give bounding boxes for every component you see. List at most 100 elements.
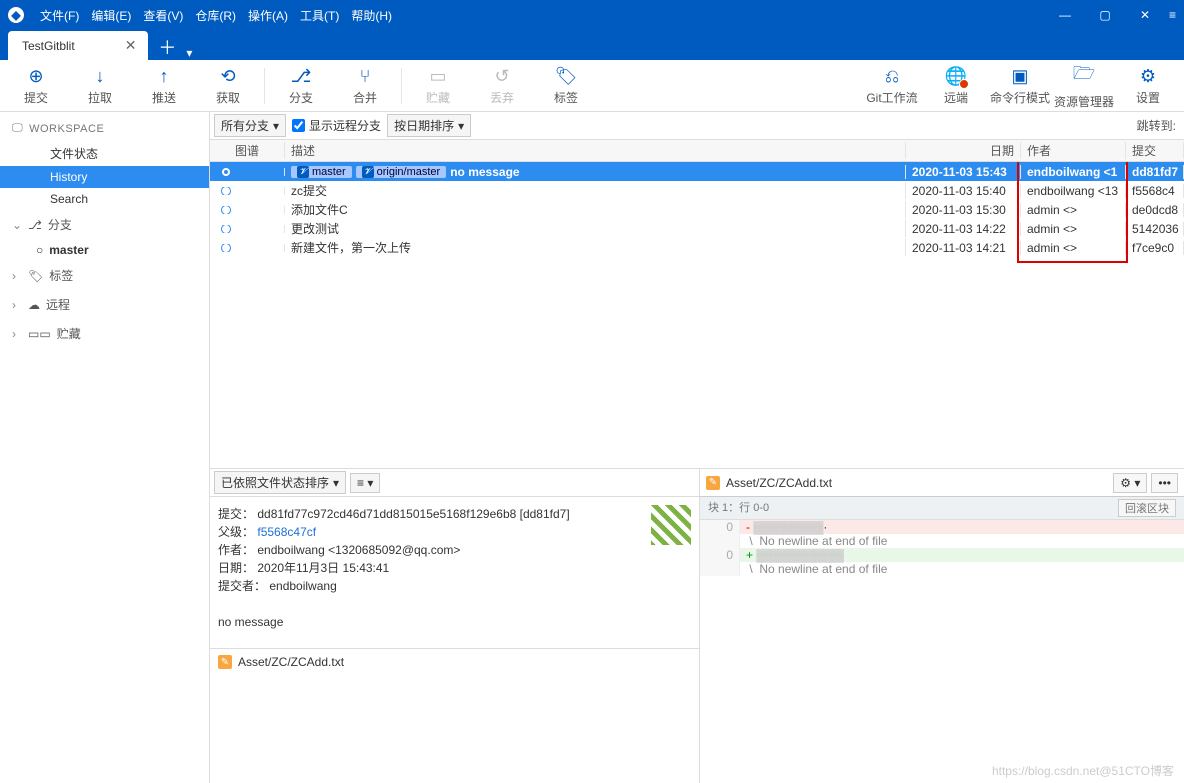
tab-close-icon[interactable]: ✕ bbox=[125, 37, 137, 54]
revert-hunk-button[interactable]: 回滚区块 bbox=[1118, 499, 1176, 517]
toolbar-设置-button[interactable]: ⚙设置 bbox=[1116, 62, 1180, 110]
sidebar-item-history[interactable]: History bbox=[0, 166, 209, 188]
toolbar-推送-button[interactable]: ↑推送 bbox=[132, 62, 196, 110]
toolbar-资源管理器-button[interactable]: 🗁资源管理器 bbox=[1052, 62, 1116, 110]
toolbar-贮藏-button[interactable]: ▭贮藏 bbox=[406, 62, 470, 110]
parent-link[interactable]: f5568c47cf bbox=[257, 525, 316, 539]
commit-row[interactable]: 添加文件C2020-11-03 15:30admin <>de0dcd8 bbox=[210, 200, 1184, 219]
commit-description: zc提交 bbox=[285, 182, 906, 199]
commit-date: 2020-11-03 14:22 bbox=[906, 222, 1021, 236]
diff-more-button[interactable]: ••• bbox=[1151, 473, 1178, 493]
workspace-header[interactable]: 🖵 WORKSPACE bbox=[0, 116, 209, 141]
toolbar-拉取-button[interactable]: ↓拉取 bbox=[68, 62, 132, 110]
diff-file-header: ✎ Asset/ZC/ZCAdd.txt ⚙ ▾ ••• bbox=[700, 469, 1184, 497]
toolbar-命令行模式-button[interactable]: ▣命令行模式 bbox=[988, 62, 1052, 110]
section-icon: ⎇ bbox=[28, 218, 42, 232]
section-icon: ▭▭ bbox=[28, 327, 51, 341]
col-date[interactable]: 日期 bbox=[906, 142, 1021, 159]
commit-table-header: 图谱 描述 日期 作者 提交 bbox=[210, 140, 1184, 162]
sidebar-item-search[interactable]: Search bbox=[0, 188, 209, 210]
commit-description: 𝓥master 𝓥origin/master no message bbox=[285, 165, 906, 179]
commit-row[interactable]: zc提交2020-11-03 15:40endboilwang <13f5568… bbox=[210, 181, 1184, 200]
repo-tab[interactable]: TestGitblit ✕ bbox=[8, 31, 148, 60]
toolbar-标签-button[interactable]: 🏷标签 bbox=[534, 62, 598, 110]
commit-description: 添加文件C bbox=[285, 201, 906, 218]
toolbar-分支-button[interactable]: ⎇分支 bbox=[269, 62, 333, 110]
sidebar-section-标签[interactable]: ›🏷标签 bbox=[0, 261, 209, 290]
diff-settings-button[interactable]: ⚙ ▾ bbox=[1113, 473, 1147, 493]
sidebar-section-分支[interactable]: ⌄⎇分支 bbox=[0, 210, 209, 239]
diff-content[interactable]: 0▓▓▓▓▓▓▓▓· \ No newline at end of file 0… bbox=[700, 520, 1184, 576]
Git工作流-icon: ⎌ bbox=[885, 66, 899, 87]
toolbar-远端-button[interactable]: 🌐远端 bbox=[924, 62, 988, 110]
author-avatar bbox=[651, 505, 691, 545]
graph-cell bbox=[210, 187, 285, 195]
maximize-button[interactable]: ▢ bbox=[1085, 8, 1125, 22]
commit-dot-icon bbox=[222, 225, 230, 233]
推送-icon: ↑ bbox=[160, 66, 169, 87]
file-sort-dropdown[interactable]: 已依照文件状态排序▾ bbox=[214, 471, 346, 494]
commit-date: 2020-11-03 15:43 bbox=[906, 165, 1021, 179]
tab-dropdown[interactable]: ▾ bbox=[186, 46, 192, 60]
menu-tools[interactable]: 工具(T) bbox=[294, 7, 345, 24]
modified-file-icon: ✎ bbox=[706, 476, 720, 490]
commit-row[interactable]: 更改测试2020-11-03 14:22admin <>5142036 bbox=[210, 219, 1184, 238]
col-author[interactable]: 作者 bbox=[1021, 142, 1126, 159]
graph-cell bbox=[210, 206, 285, 214]
branch-badge-icon: 𝓥 bbox=[297, 166, 309, 178]
commit-row[interactable]: 新建文件，第一次上传2020-11-03 14:21admin <>f7ce9c… bbox=[210, 238, 1184, 257]
sidebar-section-远程[interactable]: ›☁远程 bbox=[0, 290, 209, 319]
section-icon: 🏷 bbox=[28, 269, 43, 283]
sort-dropdown[interactable]: 按日期排序▾ bbox=[387, 114, 471, 137]
commit-list[interactable]: 𝓥master 𝓥origin/master no message2020-11… bbox=[210, 162, 1184, 468]
menu-action[interactable]: 操作(A) bbox=[242, 7, 294, 24]
sidebar-item-文件状态[interactable]: 文件状态 bbox=[0, 141, 209, 166]
commit-message: no message bbox=[218, 613, 691, 631]
hamburger-icon[interactable]: ≡ bbox=[1169, 8, 1176, 22]
branch-item-master[interactable]: ○master bbox=[0, 239, 209, 261]
commit-dot-icon bbox=[222, 244, 230, 252]
close-button[interactable]: ✕ bbox=[1125, 8, 1165, 22]
menu-repo[interactable]: 仓库(R) bbox=[189, 7, 242, 24]
toolbar-Git工作流-button[interactable]: ⎌Git工作流 bbox=[860, 62, 924, 110]
设置-icon: ⚙ bbox=[1140, 66, 1156, 87]
changed-file-item[interactable]: ✎ Asset/ZC/ZCAdd.txt bbox=[216, 655, 693, 669]
资源管理器-icon: 🗁 bbox=[1073, 61, 1095, 91]
tab-label: TestGitblit bbox=[22, 39, 75, 53]
branch-tag[interactable]: 𝓥origin/master bbox=[356, 166, 447, 178]
show-remote-checkbox[interactable]: 显示远程分支 bbox=[292, 117, 381, 134]
new-tab-button[interactable]: ＋ bbox=[158, 34, 176, 60]
minimize-button[interactable]: — bbox=[1045, 8, 1085, 22]
menu-view[interactable]: 查看(V) bbox=[137, 7, 189, 24]
commit-hash: f7ce9c0 bbox=[1126, 241, 1184, 255]
chevron-icon: ⌄ bbox=[12, 218, 22, 232]
branch-filter-dropdown[interactable]: 所有分支▾ bbox=[214, 114, 286, 137]
col-desc[interactable]: 描述 bbox=[285, 142, 906, 159]
toolbar-丢弃-button[interactable]: ↺丢弃 bbox=[470, 62, 534, 110]
menu-help[interactable]: 帮助(H) bbox=[345, 7, 398, 24]
menu-edit[interactable]: 编辑(E) bbox=[85, 7, 137, 24]
col-commit[interactable]: 提交 bbox=[1126, 142, 1184, 159]
branch-badge-icon: 𝓥 bbox=[362, 166, 374, 178]
commit-author: admin <> bbox=[1021, 222, 1126, 236]
commit-hash: de0dcd8 bbox=[1126, 203, 1184, 217]
toolbar-获取-button[interactable]: ⟲获取 bbox=[196, 62, 260, 110]
commit-hash: f5568c4 bbox=[1126, 184, 1184, 198]
branch-tag[interactable]: 𝓥master bbox=[291, 166, 352, 178]
col-graph[interactable]: 图谱 bbox=[210, 142, 285, 159]
toolbar-提交-button[interactable]: ⊕提交 bbox=[4, 62, 68, 110]
filter-bar: 所有分支▾ 显示远程分支 按日期排序▾ 跳转到: bbox=[210, 112, 1184, 140]
丢弃-icon: ↺ bbox=[494, 66, 509, 87]
menu-file[interactable]: 文件(F) bbox=[34, 7, 85, 24]
commit-author: admin <> bbox=[1021, 241, 1126, 255]
贮藏-icon: ▭ bbox=[429, 66, 446, 87]
sidebar-section-贮藏[interactable]: ›▭▭贮藏 bbox=[0, 319, 209, 348]
file-view-dropdown[interactable]: ≡ ▾ bbox=[350, 473, 380, 493]
toolbar-合并-button[interactable]: ⑂合并 bbox=[333, 62, 397, 110]
远端-icon: 🌐 bbox=[945, 66, 967, 87]
commit-dot-icon bbox=[222, 168, 230, 176]
commit-date: 2020-11-03 15:30 bbox=[906, 203, 1021, 217]
graph-cell bbox=[210, 225, 285, 233]
commit-row[interactable]: 𝓥master 𝓥origin/master no message2020-11… bbox=[210, 162, 1184, 181]
graph-cell bbox=[210, 168, 285, 176]
